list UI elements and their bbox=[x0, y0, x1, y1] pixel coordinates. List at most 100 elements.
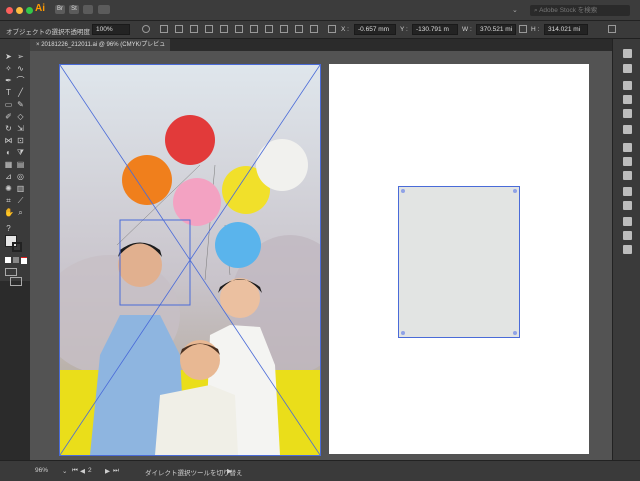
w-field[interactable]: 370.521 mi bbox=[476, 24, 516, 35]
app-logo: Ai bbox=[35, 3, 45, 14]
line-icon[interactable]: ╱ bbox=[16, 88, 25, 97]
transparency-icon[interactable] bbox=[623, 171, 632, 180]
gradient-icon[interactable]: ▤ bbox=[16, 160, 25, 169]
status-menu-icon[interactable]: ▶ bbox=[227, 467, 232, 475]
canvas-area[interactable] bbox=[30, 51, 612, 460]
align-center-icon[interactable] bbox=[175, 25, 183, 33]
align-bottom-icon[interactable] bbox=[235, 25, 243, 33]
distribute-center-icon[interactable] bbox=[310, 25, 318, 33]
prev-artboard-icon[interactable]: ◀ bbox=[80, 467, 85, 475]
y-field[interactable]: -130.791 m bbox=[412, 24, 458, 35]
help-icon[interactable]: ? bbox=[4, 224, 13, 233]
graph-icon[interactable]: ▥ bbox=[16, 184, 25, 193]
curvature-icon[interactable]: ⌒ bbox=[16, 76, 25, 85]
eyedropper-icon[interactable]: ⊿ bbox=[4, 172, 13, 181]
mesh-icon[interactable]: ▦ bbox=[4, 160, 13, 169]
artboard-photo[interactable] bbox=[59, 64, 321, 456]
selection-tool-icon[interactable]: ➤ bbox=[4, 52, 13, 61]
anchor-point[interactable] bbox=[513, 331, 517, 335]
distribute-middle-icon[interactable] bbox=[265, 25, 273, 33]
gradient-mode-icon[interactable] bbox=[13, 257, 19, 263]
symbol-sprayer-icon[interactable]: ✺ bbox=[4, 184, 13, 193]
w-label: W : bbox=[462, 26, 472, 33]
stroke-icon[interactable] bbox=[623, 143, 632, 152]
magic-wand-icon[interactable]: ✧ bbox=[4, 64, 13, 73]
opacity-field[interactable]: 100% bbox=[92, 24, 130, 35]
last-artboard-icon[interactable]: ⏭ bbox=[113, 467, 119, 475]
graphic-styles-icon[interactable] bbox=[623, 201, 632, 210]
align-right-icon[interactable] bbox=[190, 25, 198, 33]
slice-icon[interactable]: ⟋ bbox=[16, 196, 25, 205]
scale-icon[interactable]: ⇲ bbox=[16, 124, 25, 133]
zoom-icon[interactable]: ⌕ bbox=[16, 208, 25, 217]
zoom-window-button[interactable] bbox=[26, 7, 33, 14]
workspace-button[interactable] bbox=[98, 5, 110, 14]
export-icon[interactable] bbox=[623, 217, 632, 226]
zoom-level[interactable]: 96% bbox=[35, 467, 48, 474]
artboard-blank[interactable] bbox=[329, 64, 589, 454]
distribute-bottom-icon[interactable] bbox=[280, 25, 288, 33]
rotate-icon[interactable]: ↻ bbox=[4, 124, 13, 133]
document-tab[interactable]: × 20181226_212011.ai @ 96% (CMYK/プレビュー) bbox=[30, 39, 170, 60]
align-top-icon[interactable] bbox=[205, 25, 213, 33]
screen-mode-icon[interactable] bbox=[10, 277, 22, 286]
close-tab-icon[interactable]: × bbox=[36, 42, 40, 48]
arrange-documents-button[interactable] bbox=[83, 5, 93, 14]
recolor-icon[interactable] bbox=[142, 25, 150, 33]
h-field[interactable]: 314.021 mi bbox=[544, 24, 588, 35]
shaper-icon[interactable]: ✐ bbox=[4, 112, 13, 121]
color-icon[interactable] bbox=[623, 81, 632, 90]
constrain-proportions-icon[interactable] bbox=[519, 25, 527, 33]
close-window-button[interactable] bbox=[6, 7, 13, 14]
selected-rectangle[interactable] bbox=[398, 186, 520, 338]
stock-search-input[interactable]: ⌕ Adobe Stock を検索 bbox=[530, 5, 630, 16]
align-left-icon[interactable] bbox=[160, 25, 168, 33]
anchor-point[interactable] bbox=[401, 331, 405, 335]
none-mode-icon[interactable] bbox=[21, 257, 27, 264]
gradient-panel-icon[interactable] bbox=[623, 157, 632, 166]
align-middle-icon[interactable] bbox=[220, 25, 228, 33]
bridge-button[interactable]: Br bbox=[55, 5, 65, 14]
color-mode-icon[interactable] bbox=[5, 257, 11, 263]
swatches-icon[interactable] bbox=[623, 95, 632, 104]
opacity-label[interactable]: 不透明度 : bbox=[64, 26, 94, 36]
pen-icon[interactable]: ✒ bbox=[4, 76, 13, 85]
stroke-swatch[interactable] bbox=[12, 242, 22, 252]
artboard-number[interactable]: 2 bbox=[88, 467, 92, 474]
free-transform-icon[interactable]: ⊡ bbox=[16, 136, 25, 145]
appearance-icon[interactable] bbox=[623, 187, 632, 196]
perspective-icon[interactable]: ⧩ bbox=[16, 148, 25, 157]
rectangle-icon[interactable]: ▭ bbox=[4, 100, 13, 109]
shape-builder-icon[interactable]: ◐ bbox=[4, 148, 13, 157]
distribute-left-icon[interactable] bbox=[295, 25, 303, 33]
stock-button[interactable]: St bbox=[69, 5, 79, 14]
anchor-point[interactable] bbox=[401, 189, 405, 193]
lasso-icon[interactable]: ∿ bbox=[16, 64, 25, 73]
zoom-dropdown-icon[interactable]: ⌄ bbox=[62, 467, 67, 475]
transform-reference-icon[interactable] bbox=[328, 25, 336, 33]
brush-icon[interactable]: ✎ bbox=[16, 100, 25, 109]
workspace-switcher-icon[interactable]: ⌄ bbox=[512, 6, 518, 14]
stock-search-placeholder: Adobe Stock を検索 bbox=[539, 7, 598, 14]
eraser-icon[interactable]: ◇ bbox=[16, 112, 25, 121]
minimize-window-button[interactable] bbox=[16, 7, 23, 14]
x-field[interactable]: -0.657 mm bbox=[354, 24, 396, 35]
blend-icon[interactable]: ◎ bbox=[16, 172, 25, 181]
symbols-icon[interactable] bbox=[623, 125, 632, 134]
distribute-top-icon[interactable] bbox=[250, 25, 258, 33]
anchor-point[interactable] bbox=[513, 189, 517, 193]
properties-icon[interactable] bbox=[623, 49, 632, 58]
next-artboard-icon[interactable]: ▶ bbox=[105, 467, 110, 475]
panel-menu-icon[interactable] bbox=[608, 25, 616, 33]
width-icon[interactable]: ⋈ bbox=[4, 136, 13, 145]
layers-icon[interactable] bbox=[623, 231, 632, 240]
hand-icon[interactable]: ✋ bbox=[4, 208, 14, 217]
first-artboard-icon[interactable]: ⏮ bbox=[72, 467, 78, 475]
artboard-icon[interactable]: ⌗ bbox=[4, 196, 13, 205]
draw-mode-icon[interactable] bbox=[5, 268, 17, 276]
libraries-icon[interactable] bbox=[623, 64, 632, 73]
artboards-icon[interactable] bbox=[623, 245, 632, 254]
type-icon[interactable]: T bbox=[4, 88, 13, 97]
direct-selection-icon[interactable]: ➢ bbox=[16, 52, 25, 61]
brushes-icon[interactable] bbox=[623, 109, 632, 118]
